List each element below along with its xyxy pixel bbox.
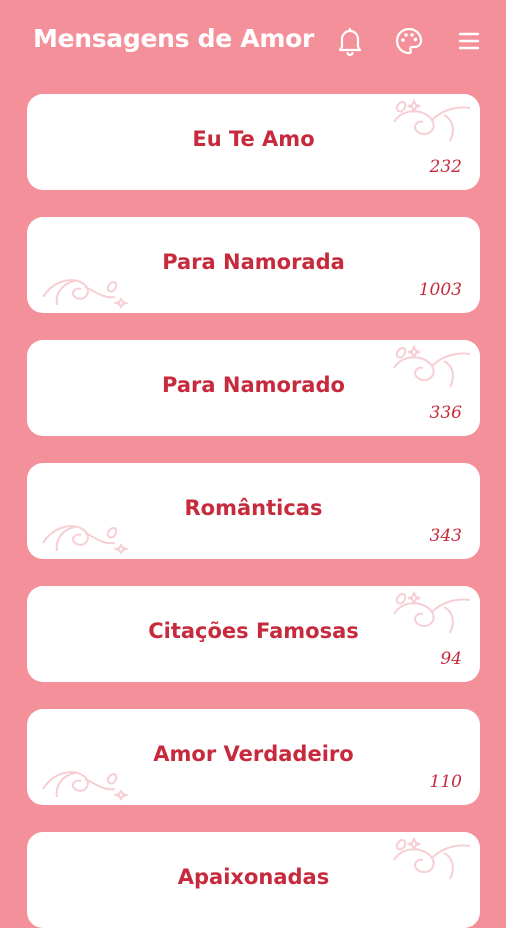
message-count: 1003 (418, 280, 462, 300)
category-card-citacoes-famosas[interactable]: Citações Famosas 94 (27, 586, 480, 682)
category-label: Apaixonadas (177, 865, 330, 889)
category-label: Eu Te Amo (192, 127, 315, 151)
message-count: 343 (429, 526, 462, 546)
category-list: Eu Te Amo 232 Para Namorada 1003 Para Na… (0, 0, 506, 928)
category-card-apaixonadas[interactable]: Apaixonadas (27, 832, 480, 928)
message-count: 110 (429, 772, 462, 792)
category-label: Amor Verdadeiro (153, 742, 354, 766)
category-label: Para Namorada (162, 250, 345, 274)
category-label: Para Namorado (162, 373, 345, 397)
category-card-para-namorado[interactable]: Para Namorado 336 (27, 340, 480, 436)
message-count: 94 (440, 649, 462, 669)
category-label: Citações Famosas (148, 619, 359, 643)
message-count: 336 (429, 403, 462, 423)
category-card-amor-verdadeiro[interactable]: Amor Verdadeiro 110 (27, 709, 480, 805)
category-label: Românticas (184, 496, 323, 520)
category-card-eu-te-amo[interactable]: Eu Te Amo 232 (27, 94, 480, 190)
category-card-para-namorada[interactable]: Para Namorada 1003 (27, 217, 480, 313)
category-card-romanticas[interactable]: Românticas 343 (27, 463, 480, 559)
message-count: 232 (429, 157, 462, 177)
